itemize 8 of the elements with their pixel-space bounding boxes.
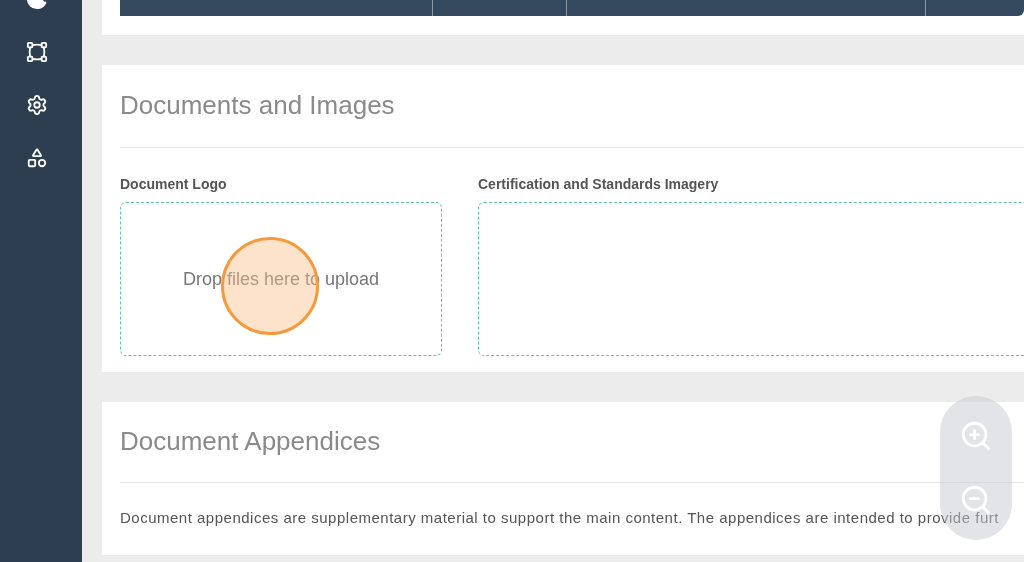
section-title: Documents and Images <box>120 89 395 121</box>
shapes-icon[interactable] <box>26 147 48 169</box>
section-title: Document Appendices <box>120 425 381 457</box>
vector-square-icon[interactable] <box>26 41 48 63</box>
gear-icon[interactable] <box>26 94 48 116</box>
field-label: Certification and Standards Imagery <box>478 175 720 193</box>
field-label: Document Logo <box>120 175 228 193</box>
section-description: Document appendices are supplementary material to support the main content. The appendices are intended to provide furt <box>120 508 999 528</box>
